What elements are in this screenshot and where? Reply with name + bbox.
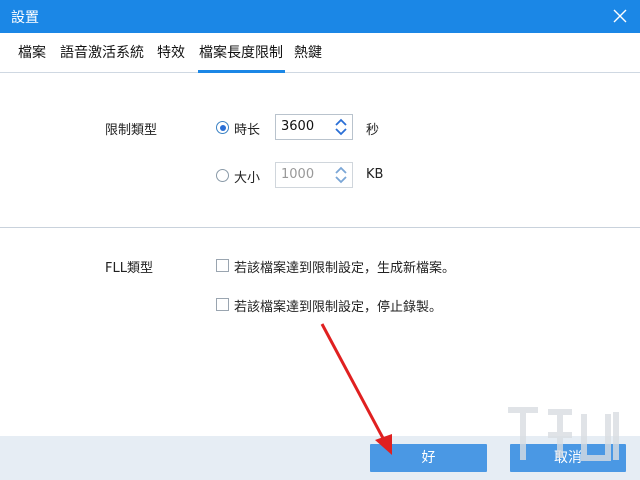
new-file-checkbox[interactable] xyxy=(216,259,229,272)
limit-type-label: 限制類型 xyxy=(105,123,158,138)
cancel-button[interactable]: 取消 xyxy=(510,444,626,472)
tab-effects[interactable]: 特效 xyxy=(157,42,185,62)
ok-button[interactable]: 好 xyxy=(370,444,487,472)
new-file-checkbox-label[interactable]: 若該檔案達到限制設定，生成新檔案。 xyxy=(234,257,455,276)
tab-bar: 檔案 語音激活系統 特效 檔案長度限制 熱鍵 xyxy=(0,33,640,73)
section-divider xyxy=(0,227,640,228)
tab-hotkeys[interactable]: 熱鍵 xyxy=(294,42,322,62)
duration-radio[interactable] xyxy=(216,121,229,134)
size-unit: KB xyxy=(366,167,384,182)
duration-value[interactable]: 3600 xyxy=(281,119,314,134)
spinner-arrows-icon[interactable] xyxy=(334,117,348,137)
tab-file[interactable]: 檔案 xyxy=(18,42,46,62)
size-radio[interactable] xyxy=(216,169,229,182)
size-spinner[interactable]: 1000 xyxy=(275,162,353,188)
stop-recording-checkbox-label[interactable]: 若該檔案達到限制設定，停止錄製。 xyxy=(234,296,442,315)
spinner-arrows-icon[interactable] xyxy=(334,165,348,185)
duration-unit: 秒 xyxy=(366,123,380,138)
duration-radio-label[interactable]: 時长 xyxy=(234,119,260,138)
duration-spinner[interactable]: 3600 xyxy=(275,114,353,140)
size-value[interactable]: 1000 xyxy=(281,167,314,182)
close-icon[interactable] xyxy=(610,6,630,26)
tab-voice-activation[interactable]: 語音激活系統 xyxy=(60,42,144,62)
active-tab-indicator xyxy=(198,70,285,73)
title-bar: 設置 xyxy=(0,0,640,33)
window-title: 設置 xyxy=(11,10,39,26)
stop-recording-checkbox[interactable] xyxy=(216,298,229,311)
fll-type-label: FLL類型 xyxy=(105,261,153,276)
tab-file-length-limit[interactable]: 檔案長度限制 xyxy=(199,42,283,62)
size-radio-label[interactable]: 大小 xyxy=(234,167,260,186)
